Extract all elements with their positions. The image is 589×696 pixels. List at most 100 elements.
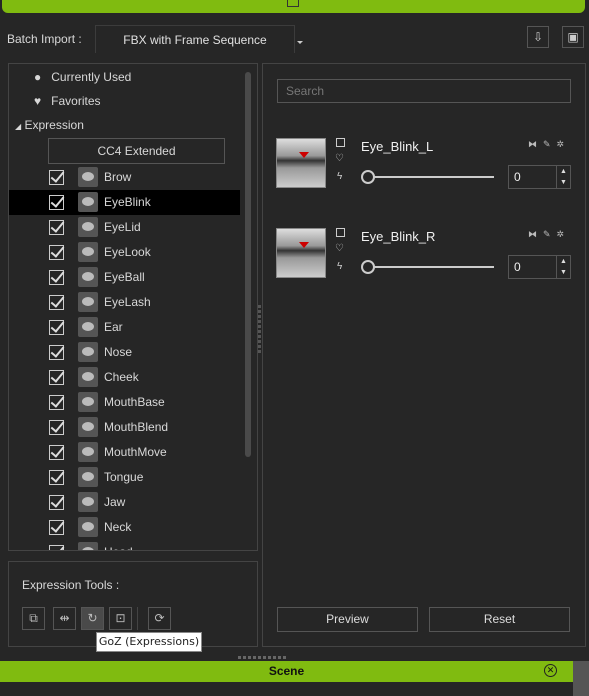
tree-item-eyeblink[interactable]: EyeBlink xyxy=(9,190,240,215)
checkbox[interactable] xyxy=(49,270,64,285)
checkbox[interactable] xyxy=(49,345,64,360)
slider-handle[interactable] xyxy=(361,260,375,274)
morph-panel: Search ♡ ϟ Eye_Blink_L ⧓✎✲ 0 ▲ ▼ ♡ ϟ Eye_B… xyxy=(262,63,586,647)
transform-tool-button[interactable]: ⧉ xyxy=(22,607,45,630)
side-scrollbar[interactable] xyxy=(573,661,589,696)
value-spinbox[interactable]: 0 ▲ ▼ xyxy=(508,255,571,279)
refresh-button[interactable]: ⟳ xyxy=(148,607,171,630)
spin-arrows[interactable]: ▲ ▼ xyxy=(556,256,570,278)
mirror-tool-button[interactable]: ⇹ xyxy=(53,607,76,630)
head-icon xyxy=(78,542,98,550)
checkbox[interactable] xyxy=(49,520,64,535)
tree-item-mouthmove[interactable]: MouthMove xyxy=(9,440,240,465)
checkbox[interactable] xyxy=(49,245,64,260)
checkbox[interactable] xyxy=(49,370,64,385)
morph-tools: ⧓✎✲ xyxy=(528,229,570,240)
value-spinbox[interactable]: 0 ▲ ▼ xyxy=(508,165,571,189)
expression-tree-panel: ● Currently Used ♥ Favorites ◢ Expressio… xyxy=(8,63,258,551)
cheek-icon xyxy=(78,367,98,387)
scene-panel-header[interactable]: Scene ✕ xyxy=(0,661,573,682)
search-input[interactable]: Search xyxy=(277,79,571,103)
batch-import-dropdown[interactable]: FBX with Frame Sequence xyxy=(95,25,295,53)
tree-item-tongue[interactable]: Tongue xyxy=(9,465,240,490)
cc4-extended-button[interactable]: CC4 Extended xyxy=(48,138,225,164)
item-label: Ear xyxy=(104,320,123,334)
expression-tools-label: Expression Tools : xyxy=(22,578,120,592)
tree-item-head[interactable]: Head xyxy=(9,540,240,550)
heart-icon[interactable]: ♡ xyxy=(335,153,344,164)
select-checkbox[interactable] xyxy=(336,138,345,147)
slider-handle[interactable] xyxy=(361,170,375,184)
checkbox[interactable] xyxy=(49,320,64,335)
heart-icon[interactable]: ♡ xyxy=(335,243,344,254)
ear-icon xyxy=(78,317,98,337)
lightning-icon[interactable]: ϟ xyxy=(337,261,342,272)
chevron-down-icon[interactable] xyxy=(297,41,303,44)
edit-icon[interactable]: ✎ xyxy=(543,139,557,149)
morph-thumbnail[interactable] xyxy=(276,228,326,278)
save-button[interactable]: ▣ xyxy=(562,26,584,48)
tree-item-brow[interactable]: Brow xyxy=(9,165,240,190)
tree-item-expression[interactable]: ◢ Expression xyxy=(15,115,84,135)
tree-item-eyeball[interactable]: EyeBall xyxy=(9,265,240,290)
checkbox[interactable] xyxy=(49,195,64,210)
lightning-icon[interactable]: ϟ xyxy=(337,171,342,182)
import-icon xyxy=(287,0,299,7)
tree-item-currently-used[interactable]: ● Currently Used xyxy=(34,67,131,87)
checkbox[interactable] xyxy=(49,395,64,410)
save-icon: ▣ xyxy=(567,30,579,44)
morph-slider[interactable] xyxy=(361,170,494,184)
checkbox[interactable] xyxy=(49,445,64,460)
fit-tool-button[interactable]: ⊡ xyxy=(109,607,132,630)
goz-expressions-button[interactable]: ↻ xyxy=(81,607,104,630)
checkbox[interactable] xyxy=(49,170,64,185)
scrollbar[interactable] xyxy=(245,72,251,457)
checkbox[interactable] xyxy=(49,220,64,235)
tree-item-nose[interactable]: Nose xyxy=(9,340,240,365)
tree-item-eyelook[interactable]: EyeLook xyxy=(9,240,240,265)
checkbox[interactable] xyxy=(49,495,64,510)
tree-item-favorites[interactable]: ♥ Favorites xyxy=(34,91,101,111)
edit-icon[interactable]: ✎ xyxy=(543,229,557,239)
tree-item-neck[interactable]: Neck xyxy=(9,515,240,540)
value-text[interactable]: 0 xyxy=(514,260,521,274)
reset-button[interactable]: Reset xyxy=(429,607,570,632)
item-label: Neck xyxy=(104,520,132,534)
morph-name: Eye_Blink_L xyxy=(361,139,434,154)
tree-item-mouthbase[interactable]: MouthBase xyxy=(9,390,240,415)
checkbox[interactable] xyxy=(49,295,64,310)
tree-item-mouthblend[interactable]: MouthBlend xyxy=(9,415,240,440)
morph-slider[interactable] xyxy=(361,260,494,274)
panel-splitter[interactable] xyxy=(258,305,261,355)
load-folder-button[interactable]: ⇩ xyxy=(527,26,549,48)
top-toolbar[interactable] xyxy=(2,0,585,13)
checkbox[interactable] xyxy=(49,545,64,550)
item-label: EyeBall xyxy=(104,270,145,284)
tree-item-ear[interactable]: Ear xyxy=(9,315,240,340)
checkbox[interactable] xyxy=(49,470,64,485)
select-checkbox[interactable] xyxy=(336,228,345,237)
morph-thumbnail[interactable] xyxy=(276,138,326,188)
item-label: Head xyxy=(104,545,133,550)
tree-item-jaw[interactable]: Jaw xyxy=(9,490,240,515)
tree-item-eyelid[interactable]: EyeLid xyxy=(9,215,240,240)
tree-item-eyelash[interactable]: EyeLash xyxy=(9,290,240,315)
item-label: Jaw xyxy=(104,495,126,509)
batch-import-label: Batch Import : xyxy=(7,32,82,46)
mouthmove-icon xyxy=(78,442,98,462)
mirror-icon[interactable]: ⧓ xyxy=(528,229,543,239)
checkbox[interactable] xyxy=(49,420,64,435)
brow-icon xyxy=(78,167,98,187)
tree-item-cheek[interactable]: Cheek xyxy=(9,365,240,390)
close-icon[interactable]: ✕ xyxy=(544,664,557,677)
item-label: Cheek xyxy=(104,370,139,384)
gear-icon[interactable]: ✲ xyxy=(557,139,571,149)
mirror-icon[interactable]: ⧓ xyxy=(528,139,543,149)
spin-arrows[interactable]: ▲ ▼ xyxy=(556,166,570,188)
value-text[interactable]: 0 xyxy=(514,170,521,184)
item-label: Brow xyxy=(104,170,132,184)
dock-splitter-handle[interactable] xyxy=(238,656,288,659)
preview-button[interactable]: Preview xyxy=(277,607,418,632)
fit-frame-icon: ⊡ xyxy=(115,611,126,625)
gear-icon[interactable]: ✲ xyxy=(557,229,571,239)
